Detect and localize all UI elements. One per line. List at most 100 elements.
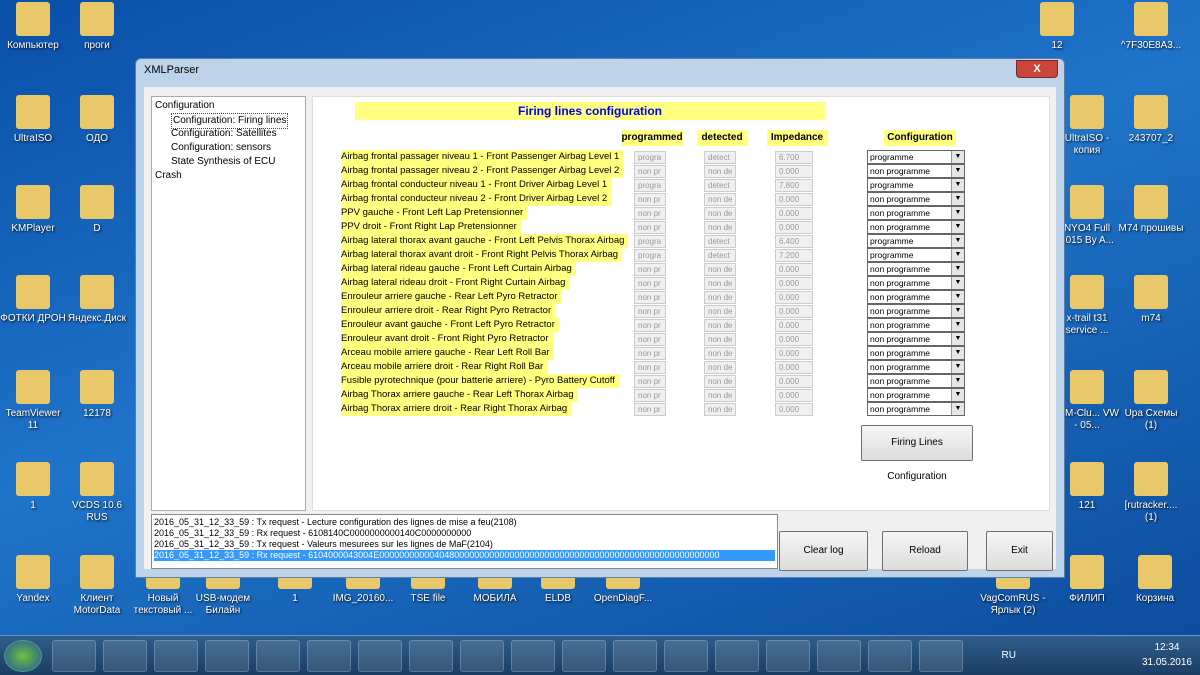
configuration-select[interactable]: non programme ▼ — [867, 220, 965, 234]
taskbar-barcode-icon[interactable] — [256, 640, 300, 672]
log-entry[interactable]: 2016_05_31_12_33_59 : Tx request - Valeu… — [154, 539, 775, 550]
start-button[interactable] — [4, 640, 42, 672]
chevron-down-icon[interactable]: ▼ — [951, 305, 964, 317]
chevron-down-icon[interactable]: ▼ — [951, 179, 964, 191]
chevron-down-icon[interactable]: ▼ — [951, 249, 964, 261]
configuration-select[interactable]: non programme ▼ — [867, 388, 965, 402]
programmed-field: non pr — [634, 319, 666, 332]
desktop-icon[interactable]: Яндекс.Диск — [64, 275, 130, 325]
taskbar-calculator-icon[interactable] — [868, 640, 912, 672]
desktop-icon[interactable]: TeamViewer 11 — [0, 370, 66, 432]
chevron-down-icon[interactable]: ▼ — [951, 193, 964, 205]
log-list[interactable]: 2016_05_31_12_33_59 : Tx request - Lectu… — [151, 514, 778, 569]
desktop-icon[interactable]: D — [64, 185, 130, 235]
configuration-select[interactable]: non programme ▼ — [867, 374, 965, 388]
desktop-icon[interactable]: M74 прошивы — [1118, 185, 1184, 235]
desktop-icon[interactable]: Компьютер — [0, 2, 66, 52]
exit-button[interactable]: Exit — [986, 531, 1053, 571]
taskbar-target-icon[interactable] — [358, 640, 402, 672]
chevron-down-icon[interactable]: ▼ — [951, 291, 964, 303]
configuration-select[interactable]: non programme ▼ — [867, 332, 965, 346]
desktop-icon[interactable]: 12 — [1024, 2, 1090, 52]
taskbar-a-app-icon[interactable] — [919, 640, 963, 672]
desktop-icon[interactable]: Корзина — [1122, 555, 1188, 605]
chevron-down-icon[interactable]: ▼ — [951, 389, 964, 401]
log-entry[interactable]: 2016_05_31_12_33_59 : Rx request - 61040… — [154, 550, 775, 561]
tree-item[interactable]: Configuration — [155, 99, 302, 113]
taskbar-hxd-icon[interactable] — [715, 640, 759, 672]
configuration-select[interactable]: non programme ▼ — [867, 318, 965, 332]
configuration-select[interactable]: programme ▼ — [867, 234, 965, 248]
tree-item[interactable]: Crash — [155, 169, 302, 183]
desktop-icon[interactable]: 12178 — [64, 370, 130, 420]
desktop-icon[interactable]: 1 — [0, 462, 66, 512]
desktop-icon[interactable]: Клиент MotorData — [64, 555, 130, 617]
log-entry[interactable]: 2016_05_31_12_33_59 : Rx request - 61081… — [154, 528, 775, 539]
configuration-select[interactable]: non programme ▼ — [867, 192, 965, 206]
configuration-select[interactable]: non programme ▼ — [867, 346, 965, 360]
desktop-icon[interactable]: Upa Схемы (1) — [1118, 370, 1184, 432]
taskbar-diagbox-icon[interactable] — [817, 640, 861, 672]
taskbar-yandex-browser-icon[interactable] — [154, 640, 198, 672]
desktop-icon[interactable]: проги — [64, 2, 130, 52]
taskbar-tool-icon[interactable] — [511, 640, 555, 672]
chevron-down-icon[interactable]: ▼ — [951, 221, 964, 233]
taskbar-skype-icon[interactable] — [205, 640, 249, 672]
desktop-icon[interactable]: KMPlayer — [0, 185, 66, 235]
tree-item[interactable]: Configuration: Satellites — [155, 127, 302, 141]
taskbar-network-icon[interactable] — [103, 640, 147, 672]
configuration-select[interactable]: non programme ▼ — [867, 262, 965, 276]
configuration-select[interactable]: non programme ▼ — [867, 360, 965, 374]
chevron-down-icon[interactable]: ▼ — [951, 361, 964, 373]
taskbar-autotests-icon[interactable] — [613, 640, 657, 672]
chevron-down-icon[interactable]: ▼ — [951, 235, 964, 247]
configuration-select[interactable]: programme ▼ — [867, 178, 965, 192]
taskbar-target-icon[interactable] — [409, 640, 453, 672]
tree-item[interactable]: Configuration: Firing lines — [155, 113, 302, 129]
chevron-down-icon[interactable]: ▼ — [951, 333, 964, 345]
chevron-down-icon[interactable]: ▼ — [951, 151, 964, 163]
configuration-select[interactable]: non programme ▼ — [867, 206, 965, 220]
chevron-down-icon[interactable]: ▼ — [951, 403, 964, 415]
desktop-icon[interactable]: m74 — [1118, 275, 1184, 325]
log-entry[interactable]: 2016_05_31_12_33_59 : Tx request - Lectu… — [154, 517, 775, 528]
chevron-down-icon[interactable]: ▼ — [951, 277, 964, 289]
desktop-icon-label: Новый текстовый ... — [133, 593, 193, 616]
configuration-select[interactable]: non programme ▼ — [867, 304, 965, 318]
clock-time[interactable]: 12:34 — [1142, 640, 1192, 655]
desktop-icon[interactable]: Yandex — [0, 555, 66, 605]
configuration-select[interactable]: non programme ▼ — [867, 276, 965, 290]
chevron-down-icon[interactable]: ▼ — [951, 347, 964, 359]
tree-item[interactable]: Configuration: sensors — [155, 141, 302, 155]
chevron-down-icon[interactable]: ▼ — [951, 375, 964, 387]
configuration-select[interactable]: non programme ▼ — [867, 402, 965, 416]
firing-lines-configuration-button[interactable]: Firing Lines Configuration — [861, 425, 973, 482]
configuration-select[interactable]: non programme ▼ — [867, 164, 965, 178]
desktop-icon[interactable]: UltraISO — [0, 95, 66, 145]
desktop-icon[interactable]: 243707_2 — [1118, 95, 1184, 145]
configuration-select[interactable]: programme ▼ — [867, 150, 965, 164]
configuration-select[interactable]: programme ▼ — [867, 248, 965, 262]
taskbar-chip-icon[interactable] — [307, 640, 351, 672]
close-button[interactable]: X — [1016, 60, 1058, 78]
taskbar-folder-tool-icon[interactable] — [664, 640, 708, 672]
chevron-down-icon[interactable]: ▼ — [951, 207, 964, 219]
taskbar-x-tool-icon[interactable] — [766, 640, 810, 672]
clock-date[interactable]: 31.05.2016 — [1142, 655, 1192, 670]
desktop-icon[interactable]: ОДО — [64, 95, 130, 145]
taskbar-no-entry-icon[interactable] — [460, 640, 504, 672]
reload-button[interactable]: Reload — [882, 531, 968, 571]
chevron-down-icon[interactable]: ▼ — [951, 319, 964, 331]
chevron-down-icon[interactable]: ▼ — [951, 165, 964, 177]
desktop-icon[interactable]: VCDS 10.6 RUS — [64, 462, 130, 524]
tree-item[interactable]: State Synthesis of ECU — [155, 155, 302, 169]
language-indicator[interactable]: RU — [1002, 648, 1016, 663]
configuration-select[interactable]: non programme ▼ — [867, 290, 965, 304]
clear-log-button[interactable]: Clear log — [779, 531, 868, 571]
desktop-icon[interactable]: ФОТКИ ДРОН — [0, 275, 66, 325]
desktop-icon[interactable]: [rutracker.... (1) — [1118, 462, 1184, 524]
taskbar-chip-icon[interactable] — [562, 640, 606, 672]
desktop-icon[interactable]: ^7F30E8A3... — [1118, 2, 1184, 52]
taskbar-explorer-icon[interactable] — [52, 640, 96, 672]
chevron-down-icon[interactable]: ▼ — [951, 263, 964, 275]
